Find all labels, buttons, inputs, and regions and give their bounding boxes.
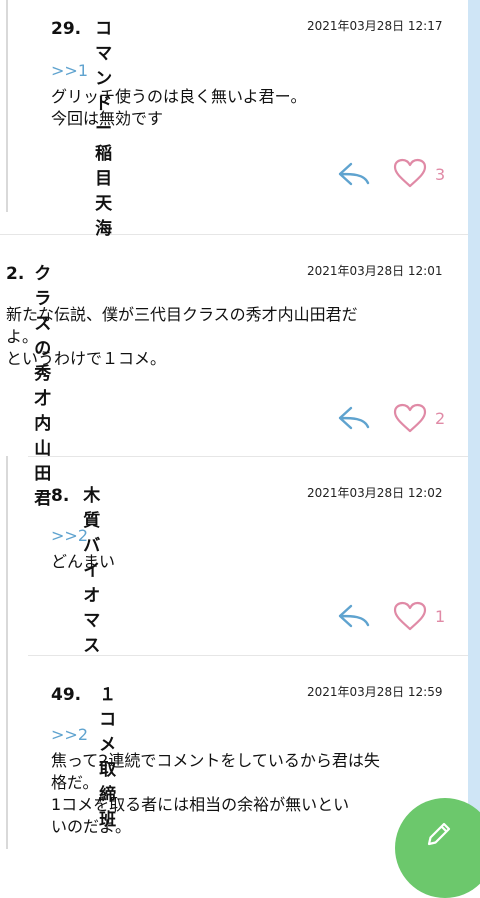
- comment-number: 49.: [51, 685, 82, 705]
- comment-line: 1コメを取る者には相当の余裕が無いとい: [51, 795, 350, 814]
- comment-body: 新たな伝説、僕が三代目クラスの秀才内山田君だ よ。 というわけで１コメ。: [6, 304, 358, 370]
- comment-line: いのだよ。: [51, 817, 132, 836]
- reply-anchor-link[interactable]: >>2: [51, 526, 88, 545]
- thread-indent-line: [6, 456, 8, 849]
- reply-arrow-icon[interactable]: [337, 603, 371, 629]
- comment-body: グリッチ使うのは良く無いよ君ー。 今回は無効です: [51, 86, 307, 130]
- heart-icon[interactable]: [393, 403, 427, 433]
- comment-date: 2021年03月28日 12:01: [307, 264, 443, 278]
- comment-line: どんまい: [51, 552, 116, 571]
- comment-number: 8.: [51, 486, 70, 506]
- comment-line: 新たな伝説、僕が三代目クラスの秀才内山田君だ: [6, 305, 358, 324]
- comment-number: 29.: [51, 19, 82, 39]
- like-count: 1: [435, 607, 446, 626]
- comment-divider: [28, 456, 468, 457]
- comment-line: 格だ。: [51, 773, 99, 792]
- pencil-icon[interactable]: [423, 818, 455, 850]
- comment-number: 2.: [6, 264, 25, 284]
- reply-arrow-icon[interactable]: [337, 405, 371, 431]
- reply-anchor-link[interactable]: >>2: [51, 725, 88, 744]
- comment-body: 焦って2連続でコメントをしているから君は失 格だ。 1コメを取る者には相当の余裕…: [51, 750, 380, 838]
- heart-icon[interactable]: [393, 158, 427, 188]
- comment-header: 2. クラスの秀才内山田君: [6, 259, 51, 509]
- comment-body: どんまい: [51, 551, 115, 573]
- comment-line: というわけで１コメ。: [6, 349, 167, 368]
- reply-anchor-link[interactable]: >>1: [51, 61, 88, 80]
- comment-date: 2021年03月28日 12:59: [307, 685, 443, 699]
- comment-date: 2021年03月28日 12:17: [307, 19, 443, 33]
- thread-indent-line: [6, 0, 8, 212]
- like-count: 2: [435, 409, 446, 428]
- like-count: 3: [435, 165, 446, 184]
- scroll-rail: [468, 0, 480, 849]
- heart-icon[interactable]: [393, 601, 427, 631]
- comment-author[interactable]: クラスの秀才内山田君: [34, 259, 51, 509]
- comment-line: 今回は無効です: [51, 109, 164, 128]
- comment-line: グリッチ使うのは良く無いよ君ー。: [51, 87, 307, 106]
- reply-arrow-icon[interactable]: [337, 161, 371, 187]
- comment-line: 焦って2連続でコメントをしているから君は失: [51, 751, 380, 770]
- comment-date: 2021年03月28日 12:02: [307, 486, 443, 500]
- comment-line: よ。: [6, 327, 39, 346]
